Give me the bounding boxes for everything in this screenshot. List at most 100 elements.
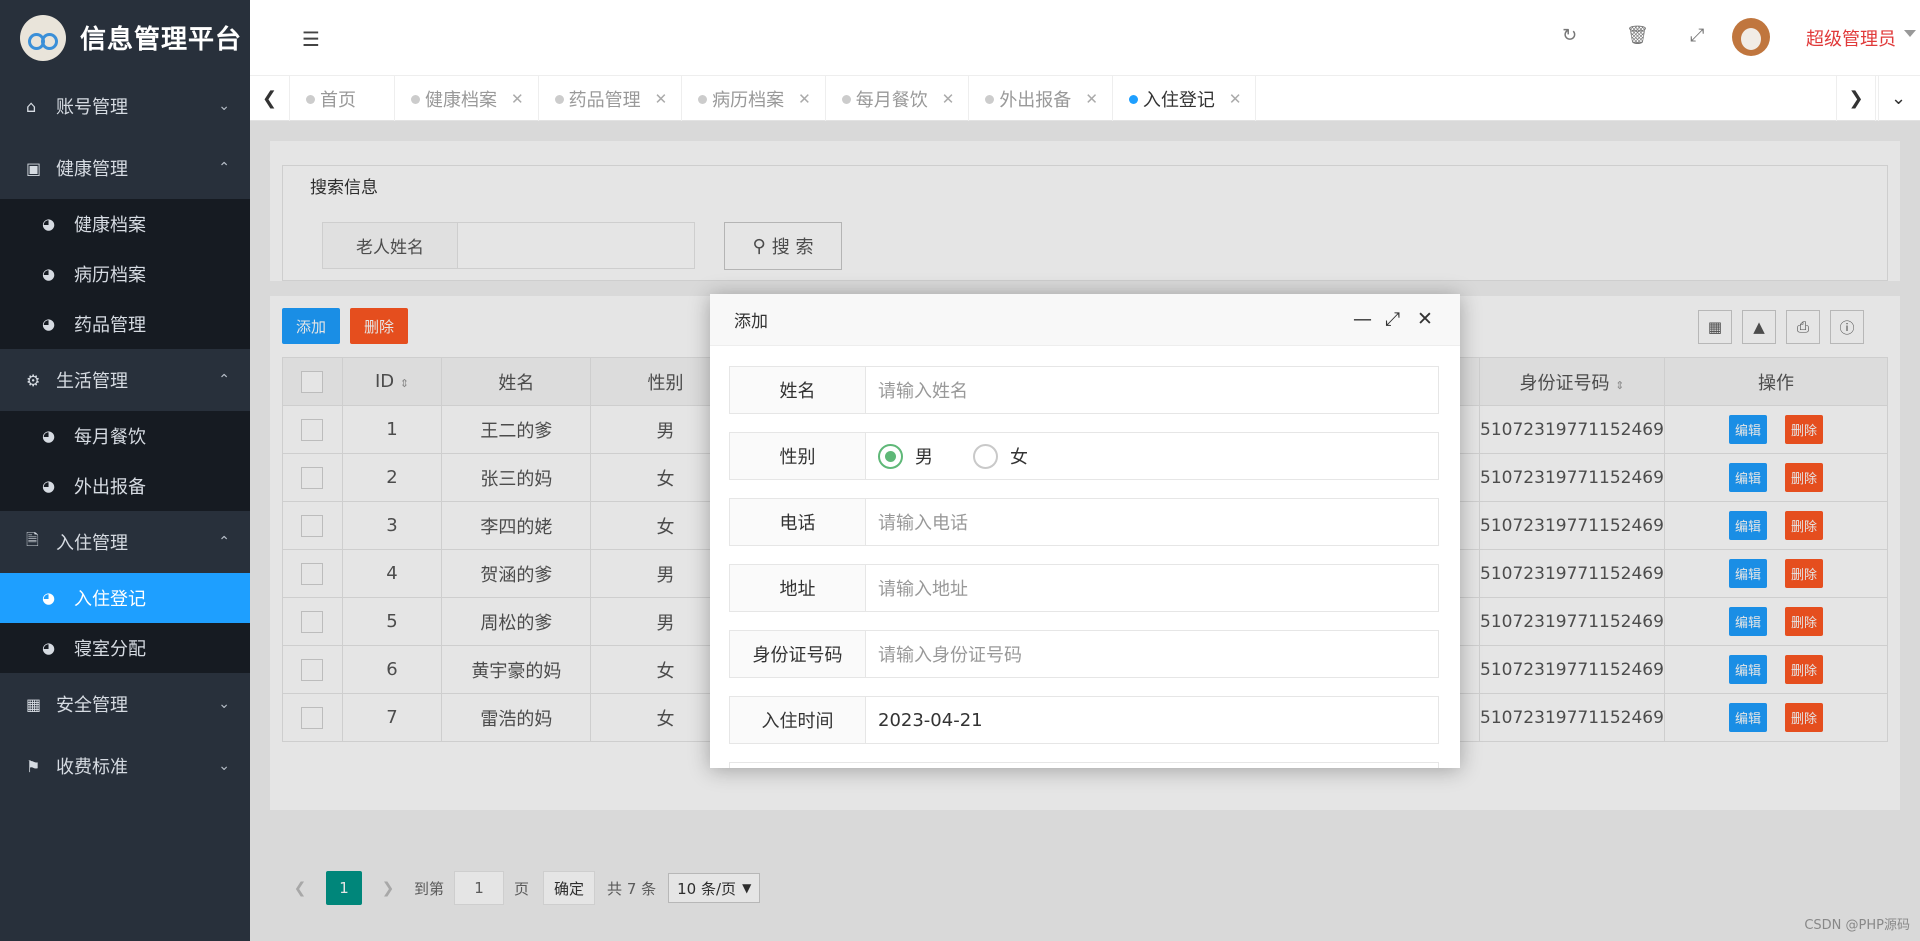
name-label: 姓名 <box>730 367 866 413</box>
sidebar-group-life[interactable]: ⚙ 生活管理 ⌃ <box>0 349 250 411</box>
form-row-idcard: 身份证号码 请输入身份证号码 <box>729 630 1439 678</box>
sidebar-group-label: 生活管理 <box>56 371 128 392</box>
chevron-up-icon: ⌃ <box>218 534 230 550</box>
flag-icon: ⚑ <box>26 756 41 776</box>
sidebar-item-health-records[interactable]: ◕ 健康档案 <box>0 199 250 249</box>
sidebar-group-fees[interactable]: ⚑ 收费标准 ⌄ <box>0 735 250 797</box>
dialog-header: 添加 — ⤢ ✕ <box>710 294 1460 346</box>
form-row-next <box>729 762 1439 768</box>
sidebar-group-checkin[interactable]: 🗎 入住管理 ⌃ <box>0 511 250 573</box>
home-icon: ⌂ <box>26 96 37 116</box>
sidebar-item-checkin-register[interactable]: ◕ 入住登记 <box>0 573 250 623</box>
radio-unchecked-icon <box>973 443 998 469</box>
tab-close-icon[interactable]: ✕ <box>798 90 811 108</box>
sidebar-menu: ⌂ 账号管理 ⌄ ▣ 健康管理 ⌃ ◕ 健康档案 ◕ 病历档案 ◕ 药品管理 ⚙ 生活… <box>0 75 250 797</box>
tab-close-icon[interactable]: ✕ <box>942 90 955 108</box>
calendar-icon: ▦ <box>26 694 42 714</box>
chevron-up-icon: ⌃ <box>218 372 230 388</box>
refresh-icon[interactable]: ↻ <box>1562 25 1577 46</box>
gender-male-radio[interactable]: 男 <box>878 443 933 469</box>
tab-medicine[interactable]: 药品管理 ✕ <box>539 76 683 121</box>
sidebar: 信息管理平台 ⌂ 账号管理 ⌄ ▣ 健康管理 ⌃ ◕ 健康档案 ◕ 病历档案 ◕ 药品… <box>0 0 250 941</box>
menu-toggle-icon[interactable]: ☰ <box>302 27 320 51</box>
fullscreen-icon[interactable]: ⤢ <box>1690 25 1704 46</box>
close-icon[interactable]: ✕ <box>1417 308 1433 330</box>
tab-meals[interactable]: 每月餐饮 ✕ <box>826 76 970 121</box>
idcard-label: 身份证号码 <box>730 631 866 677</box>
dashboard-icon: ◕ <box>42 639 56 657</box>
sidebar-group-label: 健康管理 <box>56 159 128 180</box>
tab-bar: ❮ 首页 健康档案 ✕ 药品管理 ✕ 病历档案 ✕ 每月餐饮 ✕ 外出报备 ✕ 入住登记 ✕… <box>250 75 1920 121</box>
form-row-gender: 性别 男 女 <box>729 432 1439 480</box>
tab-close-icon[interactable]: ✕ <box>511 90 524 108</box>
app-title: 信息管理平台 <box>80 25 243 55</box>
tab-close-icon[interactable]: ✕ <box>1085 90 1098 108</box>
form-row-address: 地址 请输入地址 <box>729 564 1439 612</box>
form-row-checkin: 入住时间 2023-04-21 <box>729 696 1439 744</box>
sidebar-item-medical-records[interactable]: ◕ 病历档案 <box>0 249 250 299</box>
caret-down-icon[interactable] <box>1904 30 1916 37</box>
minimize-icon[interactable]: — <box>1353 308 1372 330</box>
submenu-health: ◕ 健康档案 ◕ 病历档案 ◕ 药品管理 <box>0 199 250 349</box>
tab-home[interactable]: 首页 <box>290 76 395 121</box>
top-header: ☰ ↻ 🗑 ⤢ 超级管理员 <box>250 0 1920 75</box>
sidebar-item-outing[interactable]: ◕ 外出报备 <box>0 461 250 511</box>
tab-menu-chevron-down-icon[interactable]: ⌄ <box>1878 76 1918 121</box>
name-input[interactable]: 请输入姓名 <box>866 367 1438 413</box>
trash-icon[interactable]: 🗑 <box>1626 25 1649 46</box>
form-row-phone: 电话 请输入电话 <box>729 498 1439 546</box>
gender-female-radio[interactable]: 女 <box>973 443 1028 469</box>
app-root: 信息管理平台 ⌂ 账号管理 ⌄ ▣ 健康管理 ⌃ ◕ 健康档案 ◕ 病历档案 ◕ 药品… <box>0 0 1920 941</box>
tab-dot <box>841 95 851 104</box>
tab-medical-records[interactable]: 病历档案 ✕ <box>682 76 826 121</box>
gender-radio-group: 男 女 <box>866 433 1438 479</box>
tab-outing[interactable]: 外出报备 ✕ <box>969 76 1113 121</box>
window-icon: ▣ <box>26 158 42 178</box>
phone-label: 电话 <box>730 499 866 545</box>
sidebar-item-dorm-assign[interactable]: ◕ 寝室分配 <box>0 623 250 673</box>
sidebar-group-security[interactable]: ▦ 安全管理 ⌄ <box>0 673 250 735</box>
maximize-icon[interactable]: ⤢ <box>1385 308 1400 330</box>
logo-mascot-icon <box>20 14 66 61</box>
dashboard-icon: ◕ <box>42 589 56 607</box>
tab-health-records[interactable]: 健康档案 ✕ <box>395 76 539 121</box>
checkin-date-input[interactable]: 2023-04-21 <box>866 697 1438 743</box>
dashboard-icon: ◕ <box>42 265 56 283</box>
tab-list: 首页 健康档案 ✕ 药品管理 ✕ 病历档案 ✕ 每月餐饮 ✕ 外出报备 ✕ 入住登记 ✕ <box>290 76 1257 121</box>
radio-checked-icon <box>878 443 903 469</box>
address-label: 地址 <box>730 565 866 611</box>
idcard-input[interactable]: 请输入身份证号码 <box>866 631 1438 677</box>
tab-scroll-left-icon[interactable]: ❮ <box>250 76 290 121</box>
address-input[interactable]: 请输入地址 <box>866 565 1438 611</box>
tab-close-icon[interactable]: ✕ <box>655 90 668 108</box>
sidebar-group-health[interactable]: ▣ 健康管理 ⌃ <box>0 137 250 199</box>
tab-dot <box>554 95 564 104</box>
tab-scroll-right-icon[interactable]: ❯ <box>1836 76 1876 121</box>
submenu-life: ◕ 每月餐饮 ◕ 外出报备 <box>0 411 250 511</box>
gears-icon: ⚙ <box>26 370 41 390</box>
dashboard-icon: ◕ <box>42 315 56 333</box>
phone-input[interactable]: 请输入电话 <box>866 499 1438 545</box>
checkin-date-label: 入住时间 <box>730 697 866 743</box>
sidebar-group-label: 入住管理 <box>56 533 128 554</box>
add-dialog: 添加 — ⤢ ✕ 姓名 请输入姓名 性别 男 女 电话 请输入电话 地址 请输入… <box>710 294 1460 768</box>
tab-checkin-register[interactable]: 入住登记 ✕ <box>1113 76 1257 121</box>
chevron-down-icon: ⌄ <box>218 98 230 114</box>
watermark: CSDN @PHP源码 <box>1804 918 1910 933</box>
admin-name[interactable]: 超级管理员 <box>1806 25 1896 51</box>
form-row-name: 姓名 请输入姓名 <box>729 366 1439 414</box>
sidebar-item-medicine[interactable]: ◕ 药品管理 <box>0 299 250 349</box>
dashboard-icon: ◕ <box>42 215 56 233</box>
avatar[interactable] <box>1732 18 1770 56</box>
dashboard-icon: ◕ <box>42 427 56 445</box>
sidebar-group-account[interactable]: ⌂ 账号管理 ⌄ <box>0 75 250 137</box>
tab-close-icon[interactable]: ✕ <box>1229 90 1242 108</box>
dialog-title: 添加 <box>734 312 768 332</box>
gender-label: 性别 <box>730 433 866 479</box>
tab-dot <box>411 95 420 104</box>
sidebar-item-meals[interactable]: ◕ 每月餐饮 <box>0 411 250 461</box>
submenu-checkin: ◕ 入住登记 ◕ 寝室分配 <box>0 573 250 673</box>
tab-dot <box>306 95 315 104</box>
chevron-down-icon: ⌄ <box>218 758 230 774</box>
tab-dot <box>1128 95 1138 104</box>
